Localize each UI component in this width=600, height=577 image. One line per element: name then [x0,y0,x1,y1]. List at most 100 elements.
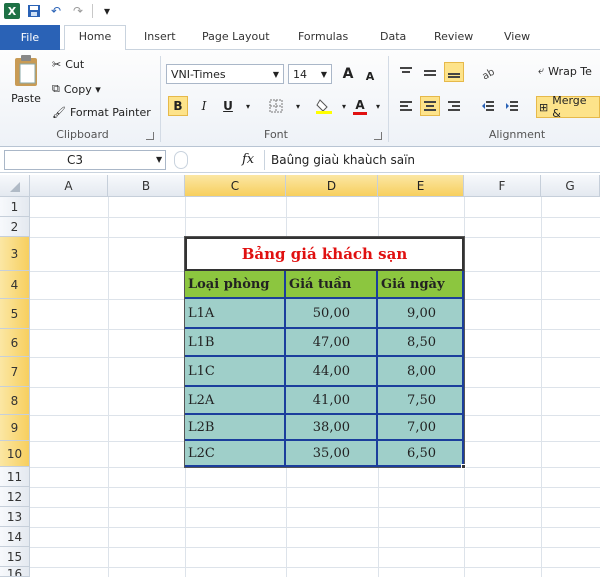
align-left-icon[interactable] [396,96,416,116]
save-icon[interactable] [26,3,42,19]
column-header-d[interactable]: D [286,175,378,197]
table-cell[interactable]: 9,00 [378,299,464,329]
row-header-2[interactable]: 2 [0,217,30,237]
table-cell[interactable]: 7,00 [378,415,464,441]
column-header-g[interactable]: G [541,175,600,197]
row-header-3[interactable]: 3 [0,237,30,271]
row-header-12[interactable]: 12 [0,487,30,507]
table-title[interactable]: Bảng giá khách sạn [185,237,464,271]
row-header-5[interactable]: 5 [0,299,30,329]
table-header-room-type[interactable]: Loại phòng [185,271,286,299]
clipboard-launcher-icon[interactable] [146,132,154,140]
table-cell[interactable]: 8,50 [378,329,464,357]
select-all-corner[interactable] [0,175,30,197]
table-cell[interactable]: L2A [185,387,286,415]
wrap-text-icon: ⤶ [538,64,545,77]
table-cell[interactable]: 41,00 [286,387,378,415]
italic-button[interactable]: I [194,96,214,116]
cut-button[interactable]: ✂ Cut [52,58,84,71]
row-header-9[interactable]: 9 [0,415,30,441]
chevron-down-icon[interactable]: ▾ [238,96,258,116]
row-header-14[interactable]: 14 [0,527,30,547]
column-header-b[interactable]: B [108,175,185,197]
tab-data[interactable]: Data [374,26,412,50]
table-cell[interactable]: 44,00 [286,357,378,387]
shrink-font-button[interactable]: A [360,66,380,86]
insert-function-icon[interactable]: fx [242,152,254,167]
align-center-icon[interactable] [420,96,440,116]
tab-insert[interactable]: Insert [138,26,182,50]
borders-icon[interactable] [266,96,286,116]
align-right-icon[interactable] [444,96,464,116]
orientation-icon[interactable]: ab [478,62,498,82]
column-header-e[interactable]: E [378,175,464,197]
row-header-6[interactable]: 6 [0,329,30,357]
chevron-down-icon[interactable]: ▼ [156,155,162,164]
merge-center-button[interactable]: ⊞ Merge & [536,94,600,120]
row-header-15[interactable]: 15 [0,547,30,567]
copy-icon: ⧉ [52,82,60,95]
font-name-dropdown[interactable]: VNI-Times ▼ [166,64,284,84]
table-cell[interactable]: L1A [185,299,286,329]
column-header-c[interactable]: C [185,175,286,197]
underline-button[interactable]: U [218,96,238,116]
font-size-value: 14 [293,67,307,81]
name-box[interactable]: C3 [4,150,166,170]
align-middle-icon[interactable] [420,62,440,82]
align-top-icon[interactable] [396,62,416,82]
decrease-indent-icon[interactable] [478,96,498,116]
row-header-11[interactable]: 11 [0,467,30,487]
tab-page-layout[interactable]: Page Layout [196,26,276,50]
bold-button[interactable]: B [168,96,188,116]
table-cell[interactable]: 6,50 [378,441,464,467]
column-header-f[interactable]: F [464,175,541,197]
row-header-4[interactable]: 4 [0,271,30,299]
fill-handle[interactable] [461,464,466,469]
row-header-1[interactable]: 1 [0,197,30,217]
format-painter-button[interactable]: 🖌 Format Painter [52,106,151,119]
table-cell[interactable]: 8,00 [378,357,464,387]
redo-icon[interactable]: ↷ [70,3,86,19]
font-color-button[interactable]: A [350,96,370,116]
chevron-down-icon[interactable]: ▾ [288,96,308,116]
row-header-10[interactable]: 10 [0,441,30,467]
wrap-text-button[interactable]: ⤶ Wrap Te [538,64,592,78]
grow-font-button[interactable]: A [338,64,358,84]
tab-file[interactable]: File [0,25,60,50]
table-header-daily-price[interactable]: Giá ngày [378,271,464,299]
row-header-7[interactable]: 7 [0,357,30,387]
chevron-down-icon[interactable]: ▾ [368,96,388,116]
table-cell[interactable]: 47,00 [286,329,378,357]
tab-review[interactable]: Review [428,26,479,50]
row-header-16[interactable]: 16 [0,567,30,577]
font-size-dropdown[interactable]: 14 ▼ [288,64,332,84]
formula-resize-icon[interactable] [174,151,188,169]
gridline [30,507,600,508]
row-header-13[interactable]: 13 [0,507,30,527]
fill-color-icon[interactable] [314,96,334,116]
undo-icon[interactable]: ↶ [48,3,64,19]
tab-home[interactable]: Home [64,25,126,50]
table-cell[interactable]: L2C [185,441,286,467]
copy-button[interactable]: ⧉ Copy ▾ [52,82,101,96]
customize-toolbar-icon[interactable]: ▾ [99,3,115,19]
table-cell[interactable]: 50,00 [286,299,378,329]
table-cell[interactable]: 7,50 [378,387,464,415]
increase-indent-icon[interactable] [502,96,522,116]
tab-formulas[interactable]: Formulas [292,26,354,50]
table-cell[interactable]: L1B [185,329,286,357]
formula-input[interactable]: Baûng giaù khaùch saïn [264,150,600,170]
tab-view[interactable]: View [498,26,536,50]
paste-button[interactable]: Paste [8,54,44,105]
column-header-a[interactable]: A [30,175,108,197]
font-launcher-icon[interactable] [374,132,382,140]
table-cell[interactable]: L2B [185,415,286,441]
table-cell[interactable]: 35,00 [286,441,378,467]
row-header-8[interactable]: 8 [0,387,30,415]
table-header-weekly-price[interactable]: Giá tuần [286,271,378,299]
quick-access-toolbar: X ↶ ↷ ▾ [0,0,600,22]
align-bottom-icon[interactable] [444,62,464,82]
table-cell[interactable]: 38,00 [286,415,378,441]
table-cell[interactable]: L1C [185,357,286,387]
svg-text:ab: ab [480,67,496,79]
